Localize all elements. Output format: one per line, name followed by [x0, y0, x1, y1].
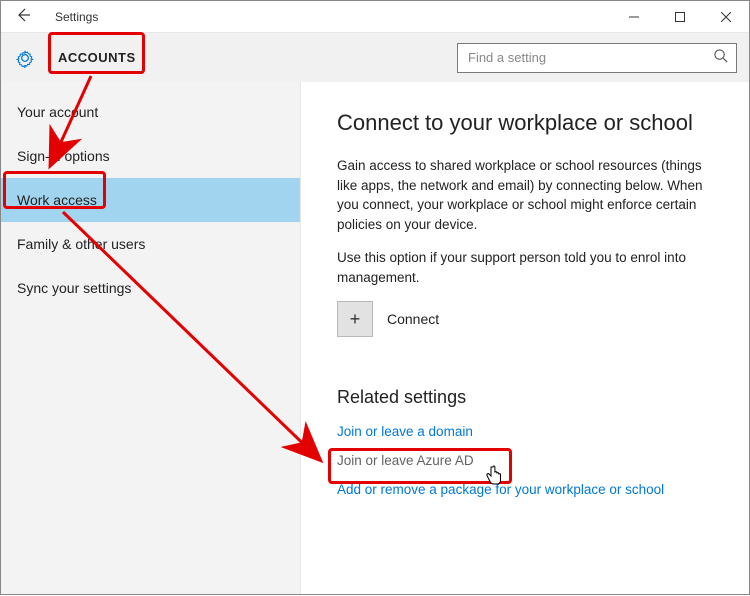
related-settings-heading: Related settings: [337, 387, 719, 408]
gear-icon[interactable]: [15, 48, 35, 68]
close-button[interactable]: [703, 1, 749, 33]
header: ACCOUNTS Find a setting: [1, 33, 749, 82]
sidebar-item-label: Sign-in options: [17, 148, 110, 164]
plus-icon: +: [350, 309, 361, 330]
sidebar-item-family-other-users[interactable]: Family & other users: [1, 222, 300, 266]
minimize-button[interactable]: [611, 1, 657, 33]
connect-button[interactable]: +: [337, 301, 373, 337]
sidebar-item-label: Sync your settings: [17, 280, 131, 296]
search-icon: [713, 48, 728, 68]
sidebar-item-work-access[interactable]: Work access: [1, 178, 300, 222]
sidebar-item-label: Work access: [17, 192, 97, 208]
link-join-leave-domain[interactable]: Join or leave a domain: [337, 424, 719, 439]
paragraph: Gain access to shared workplace or schoo…: [337, 156, 707, 234]
page-heading: Connect to your workplace or school: [337, 110, 719, 136]
sidebar-item-label: Your account: [17, 104, 98, 120]
window-title: Settings: [55, 10, 98, 24]
titlebar: Settings: [1, 1, 749, 33]
connect-label: Connect: [387, 311, 439, 327]
search-placeholder: Find a setting: [468, 50, 546, 65]
paragraph: Use this option if your support person t…: [337, 248, 707, 287]
back-button[interactable]: [15, 7, 31, 27]
link-add-remove-package[interactable]: Add or remove a package for your workpla…: [337, 482, 719, 497]
breadcrumb-accounts[interactable]: ACCOUNTS: [48, 44, 146, 71]
link-join-leave-azure-ad[interactable]: Join or leave Azure AD: [337, 453, 719, 468]
sidebar-item-sync-settings[interactable]: Sync your settings: [1, 266, 300, 310]
search-input[interactable]: Find a setting: [457, 43, 737, 73]
window-controls: [611, 1, 749, 33]
sidebar-item-sign-in-options[interactable]: Sign-in options: [1, 134, 300, 178]
sidebar-item-your-account[interactable]: Your account: [1, 90, 300, 134]
maximize-button[interactable]: [657, 1, 703, 33]
sidebar-item-label: Family & other users: [17, 236, 145, 252]
main-content: Connect to your workplace or school Gain…: [301, 82, 749, 594]
sidebar: Your account Sign-in options Work access…: [1, 82, 301, 594]
